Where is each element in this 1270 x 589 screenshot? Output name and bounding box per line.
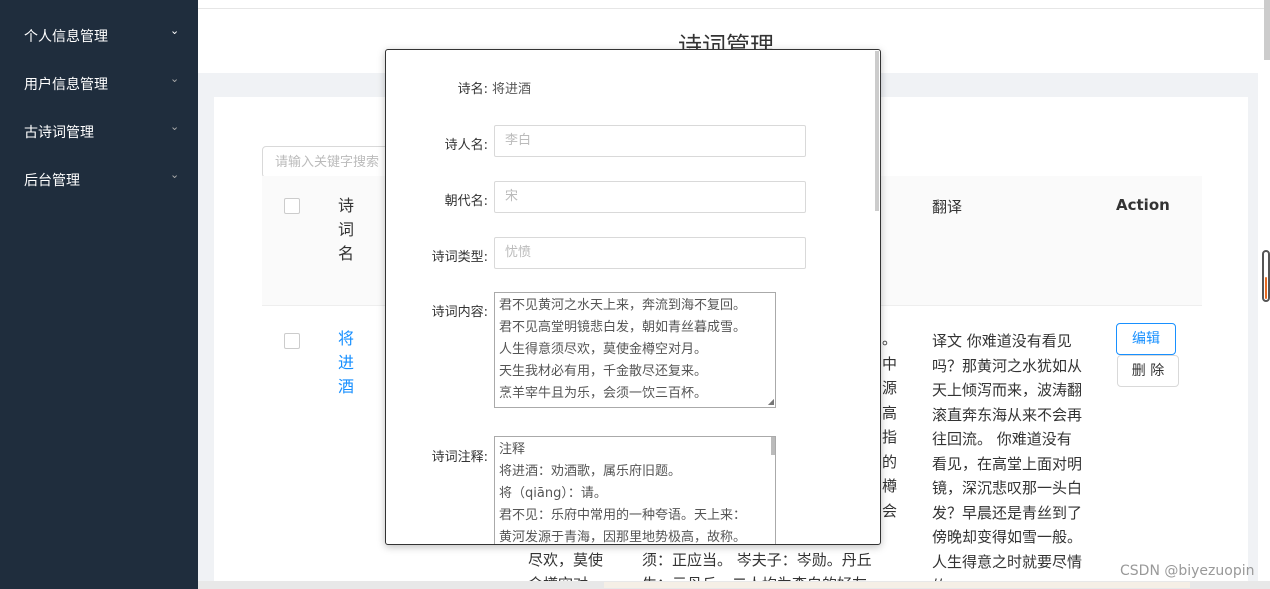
row-checkbox[interactable] xyxy=(284,333,300,349)
notes-line: 将（qiāng）：请。 xyxy=(499,486,607,501)
content-textarea[interactable]: 君不见黄河之水天上来，奔流到海不复回。 君不见高堂明镜悲白发，朝如青丝暮成雪。 … xyxy=(494,292,776,408)
content-line: 烹羊宰牛且为乐，会须一饮三百杯。 xyxy=(499,386,708,401)
poet-label: 诗人名: xyxy=(444,138,488,153)
notes-line: 注释 xyxy=(499,442,526,457)
sidebar-item-label: 个人信息管理 xyxy=(24,29,108,45)
chevron-down-icon: ⌄ xyxy=(170,72,180,85)
column-header-name: 诗词名 xyxy=(338,196,355,263)
poem-type-label: 诗词类型: xyxy=(431,250,488,265)
edge-char: 指 xyxy=(882,428,898,446)
textarea-scrollbar[interactable] xyxy=(771,437,775,455)
poem-name-label: 诗名: xyxy=(457,82,488,97)
edge-char: 。 xyxy=(882,330,898,348)
dynasty-label: 朝代名: xyxy=(444,194,488,209)
poem-type-input[interactable]: 忧愤 xyxy=(494,237,806,269)
divider xyxy=(198,8,1270,9)
notes-line: 黄河发源于青海，因那里地势极高，故称。 xyxy=(499,530,747,545)
column-header-translation: 翻译 xyxy=(932,198,963,216)
edge-char: 会 xyxy=(882,501,898,520)
edge-char: 的 xyxy=(882,452,898,471)
notes-label: 诗词注释: xyxy=(431,450,488,465)
edge-char: 源 xyxy=(882,379,898,397)
sidebar-item-label: 用户信息管理 xyxy=(24,77,108,93)
delete-button[interactable]: 删 除 xyxy=(1117,355,1179,387)
poet-input[interactable]: 李白 xyxy=(494,125,806,157)
column-header-action: Action xyxy=(1116,196,1170,214)
translation-cell: 译文 你难道没有看见吗？那黄河之水犹如从天上倾泻而来，波涛翻滚直奔东海从来不会再… xyxy=(932,332,1082,589)
horizontal-scrollbar[interactable] xyxy=(198,581,1270,589)
sidebar: 个人信息管理 ⌄ 用户信息管理 ⌄ 古诗词管理 ⌄ 后台管理 ⌄ xyxy=(0,0,198,589)
page-scrollbar[interactable] xyxy=(1264,0,1270,60)
scroll-indicator-fill xyxy=(1265,277,1267,299)
select-all-checkbox[interactable] xyxy=(284,198,300,214)
edge-char: 中 xyxy=(882,354,898,373)
dynasty-input[interactable]: 宋 xyxy=(494,181,806,213)
edge-char: 樽 xyxy=(882,477,898,495)
scroll-indicator[interactable] xyxy=(1262,250,1270,302)
content-line: 人生得意须尽欢，莫使金樽空对月。 xyxy=(499,342,708,357)
content-edge-column: 。 中 源 高 指 的 樽 会 xyxy=(882,327,898,523)
notes-line: 君不见：乐府中常用的一种夸语。天上来： xyxy=(499,508,747,523)
chevron-down-icon: ⌄ xyxy=(170,24,180,37)
notes-cell-partial: 须：正应当。 岑夫子：岑勋。丹丘 xyxy=(642,551,872,569)
dialog-scrollbar[interactable] xyxy=(875,51,879,211)
notes-line: 将进酒：劝酒歌，属乐府旧题。 xyxy=(499,464,682,479)
edit-poem-dialog: 诗名: 将进酒 诗人名: 李白 朝代名: 宋 诗词类型: 忧愤 诗词内容: 君不… xyxy=(385,49,881,545)
poem-name-value: 将进酒 xyxy=(492,82,532,97)
edit-button[interactable]: 编辑 xyxy=(1116,323,1176,355)
sidebar-item-poems[interactable]: 古诗词管理 ⌄ xyxy=(0,106,198,154)
poem-name-link[interactable]: 将进酒 xyxy=(338,327,354,399)
content-line: 君不见黄河之水天上来，奔流到海不复回。 xyxy=(499,298,747,313)
content-label: 诗词内容: xyxy=(431,305,488,320)
content-line: 天生我材必有用，千金散尽还复来。 xyxy=(499,364,708,379)
edge-char: 高 xyxy=(882,403,898,422)
sidebar-item-label: 后台管理 xyxy=(24,173,80,189)
notes-textarea[interactable]: 注释 将进酒：劝酒歌，属乐府旧题。 将（qiāng）：请。 君不见：乐府中常用的… xyxy=(494,436,776,545)
sidebar-item-personal-info[interactable]: 个人信息管理 ⌄ xyxy=(0,10,198,58)
content-line: 君不见高堂明镜悲白发，朝如青丝暮成雪。 xyxy=(499,320,747,335)
content-cell-partial: 尽欢，莫使 xyxy=(528,551,604,569)
chevron-down-icon: ⌄ xyxy=(170,168,180,181)
sidebar-item-backend[interactable]: 后台管理 ⌄ xyxy=(0,154,198,202)
sidebar-item-label: 古诗词管理 xyxy=(24,125,94,141)
chevron-down-icon: ⌄ xyxy=(170,120,180,133)
horizontal-scrollbar-thumb[interactable] xyxy=(604,582,1190,588)
watermark: CSDN @biyezuopin xyxy=(1120,563,1255,579)
sidebar-item-user-info[interactable]: 用户信息管理 ⌄ xyxy=(0,58,198,106)
resize-handle-icon[interactable]: ◢ xyxy=(768,398,774,406)
